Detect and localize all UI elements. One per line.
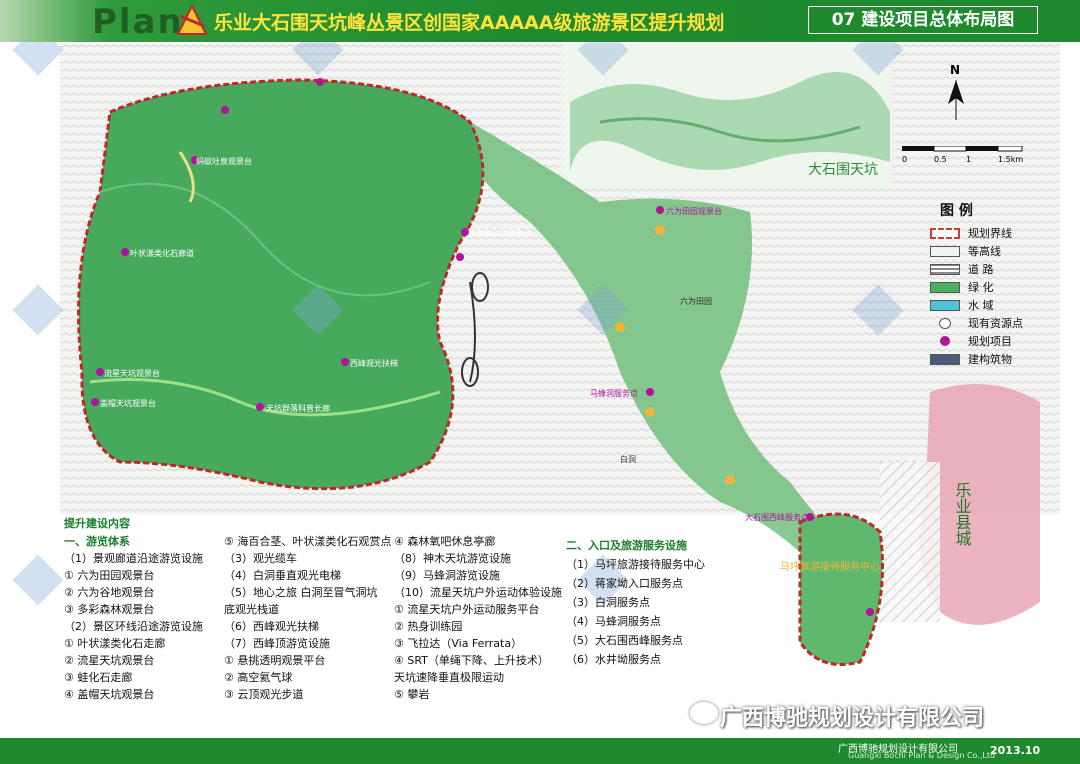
list-item: （5）地心之旅 白洞至冒气洞坑 (224, 586, 378, 599)
plan-title: 乐业大石围天坑峰丛景区创国家AAAAA级旅游景区提升规划 (214, 12, 725, 34)
list-item: 天坑速降垂直极限运动 (394, 671, 504, 684)
svg-text:1.5km: 1.5km (998, 155, 1023, 164)
project-label: 马蜂洞服务点 (590, 388, 638, 398)
north-arrow-icon: N (948, 63, 964, 120)
company-watermark: 广西博驰规划设计有限公司 (720, 706, 985, 731)
contour-swatch-icon (930, 245, 960, 257)
legend-item: 建构筑物 (930, 350, 1050, 368)
greenery-swatch-icon (930, 281, 960, 293)
list-item: ② 热身训练园 (394, 620, 463, 633)
project-column-4: 二、入口及旅游服务设施 （1）马坪旅游接待服务中心 （2）蒋家坳入口服务点 （3… (566, 536, 766, 669)
legend-item: 规划界线 (930, 224, 1050, 242)
project-label: 马坪旅游接待服务中心 (780, 560, 880, 573)
list-item: ① 悬挑透明观景平台 (224, 654, 326, 667)
list-item: ④ 森林氧吧休息亭廊 (394, 535, 496, 548)
project-label: 大石围西峰服务点 (745, 512, 809, 522)
svg-text:0.5: 0.5 (934, 155, 947, 164)
list-item: （3）观光缆车 (224, 552, 297, 565)
legend-item: 规划项目 (930, 332, 1050, 350)
project-column-3: ④ 森林氧吧休息亭廊 （8）神木天坑游览设施 （9）马蜂洞游览设施 （10）流星… (394, 533, 584, 703)
project-label: 西峰观光扶梯 (350, 358, 398, 368)
building-swatch-icon (930, 353, 960, 365)
header-bar: Plan 乐业大石围天坑峰丛景区创国家AAAAA级旅游景区提升规划 07 建设项… (0, 0, 1080, 42)
legend-title: 图 例 (940, 203, 973, 219)
legend-item: 现有资源点 (930, 314, 1050, 332)
project-label: 流星天坑观景台 (104, 368, 160, 378)
road-label: 白洞 (620, 454, 636, 464)
project-label: 叶状漾类化石廊道 (130, 248, 194, 258)
list-item: ⑤ 海百合茎、叶状漾类化石观赏点 (224, 535, 392, 548)
map-legend: 图 例 规划界线 等高线 道 路 绿 化 水 域 现有资源点 规划项目 建构筑物 (930, 200, 1050, 368)
legend-item: 等高线 (930, 242, 1050, 260)
project-label: 六为田园观景台 (666, 206, 722, 216)
legend-item: 绿 化 (930, 278, 1050, 296)
road-swatch-icon (930, 263, 960, 275)
footer-date: 2013.10 (990, 744, 1041, 757)
resource-point-icon (939, 317, 951, 329)
list-item: （9）马蜂洞游览设施 (394, 569, 500, 582)
footer-company-en: Guangxi Bochi Plan & Design Co.,Ltd (848, 751, 996, 760)
plan-logo-text: Plan (92, 2, 184, 42)
list-item: （3）白洞服务点 (566, 596, 650, 609)
list-item: ⑤ 攀岩 (394, 688, 430, 701)
svg-text:1: 1 (966, 155, 971, 164)
scale-bar: 0 0.5 1 1.5km (902, 145, 1032, 170)
road-label: 六为田园 (680, 296, 712, 306)
list-item: ② 高空氦气球 (224, 671, 293, 684)
project-label: 蒋家坳入口服务点 (468, 228, 532, 238)
list-item: ① 流星天坑户外运动服务平台 (394, 603, 540, 616)
wechat-icon (690, 702, 718, 724)
list-item: （8）神木天坑游览设施 (394, 552, 511, 565)
inset-label: 大石围天坑 (808, 162, 878, 178)
project-column-2: ⑤ 海百合茎、叶状漾类化石观赏点 （3）观光缆车 （4）白洞垂直观光电梯 （5）… (224, 533, 414, 703)
list-item: （6）水井坳服务点 (566, 653, 661, 666)
list-item: （6）西峰观光扶梯 (224, 620, 319, 633)
list-item: （5）大石围西峰服务点 (566, 634, 683, 647)
list-item: （2）蒋家坳入口服务点 (566, 577, 683, 590)
water-swatch-icon (930, 299, 960, 311)
project-point-icon (940, 336, 950, 346)
list-item: （1）马坪旅游接待服务中心 (566, 558, 705, 571)
legend-item: 水 域 (930, 296, 1050, 314)
project-label: 天坑群落科普长廊 (266, 403, 330, 413)
list-item: （4）马蜂洞服务点 (566, 615, 661, 628)
list-item: （7）西峰顶游览设施 (224, 637, 330, 650)
company-logo-icon (176, 4, 208, 35)
boundary-swatch-icon (930, 227, 960, 239)
maping-area (798, 512, 884, 666)
footer-bar: 广西博驰规划设计有限公司 Guangxi Bochi Plan & Design… (0, 738, 1080, 764)
project-label: 蚂蚁吐泉观景台 (196, 156, 252, 166)
list-item: ③ 云顶观光步道 (224, 688, 304, 701)
list-item: 二、入口及旅游服务设施 (566, 539, 687, 552)
list-item: 底观光栈道 (224, 603, 279, 616)
project-label: 盖帽天坑观景台 (100, 398, 156, 408)
sheet-title: 07 建设项目总体布局图 (808, 6, 1038, 34)
panel-heading: 提升建设内容 (64, 517, 130, 530)
list-item: ③ 飞拉达（Via Ferrata） (394, 637, 523, 650)
list-item: （4）白洞垂直观光电梯 (224, 569, 341, 582)
list-item: （10）流星天坑户外运动体验设施 (394, 586, 562, 599)
town-label: 乐业县城 (953, 482, 972, 547)
svg-text:N: N (950, 63, 960, 77)
legend-item: 道 路 (930, 260, 1050, 278)
list-item: ④ SRT（单绳下降、上升技术） (394, 654, 549, 667)
svg-text:0: 0 (902, 155, 907, 164)
